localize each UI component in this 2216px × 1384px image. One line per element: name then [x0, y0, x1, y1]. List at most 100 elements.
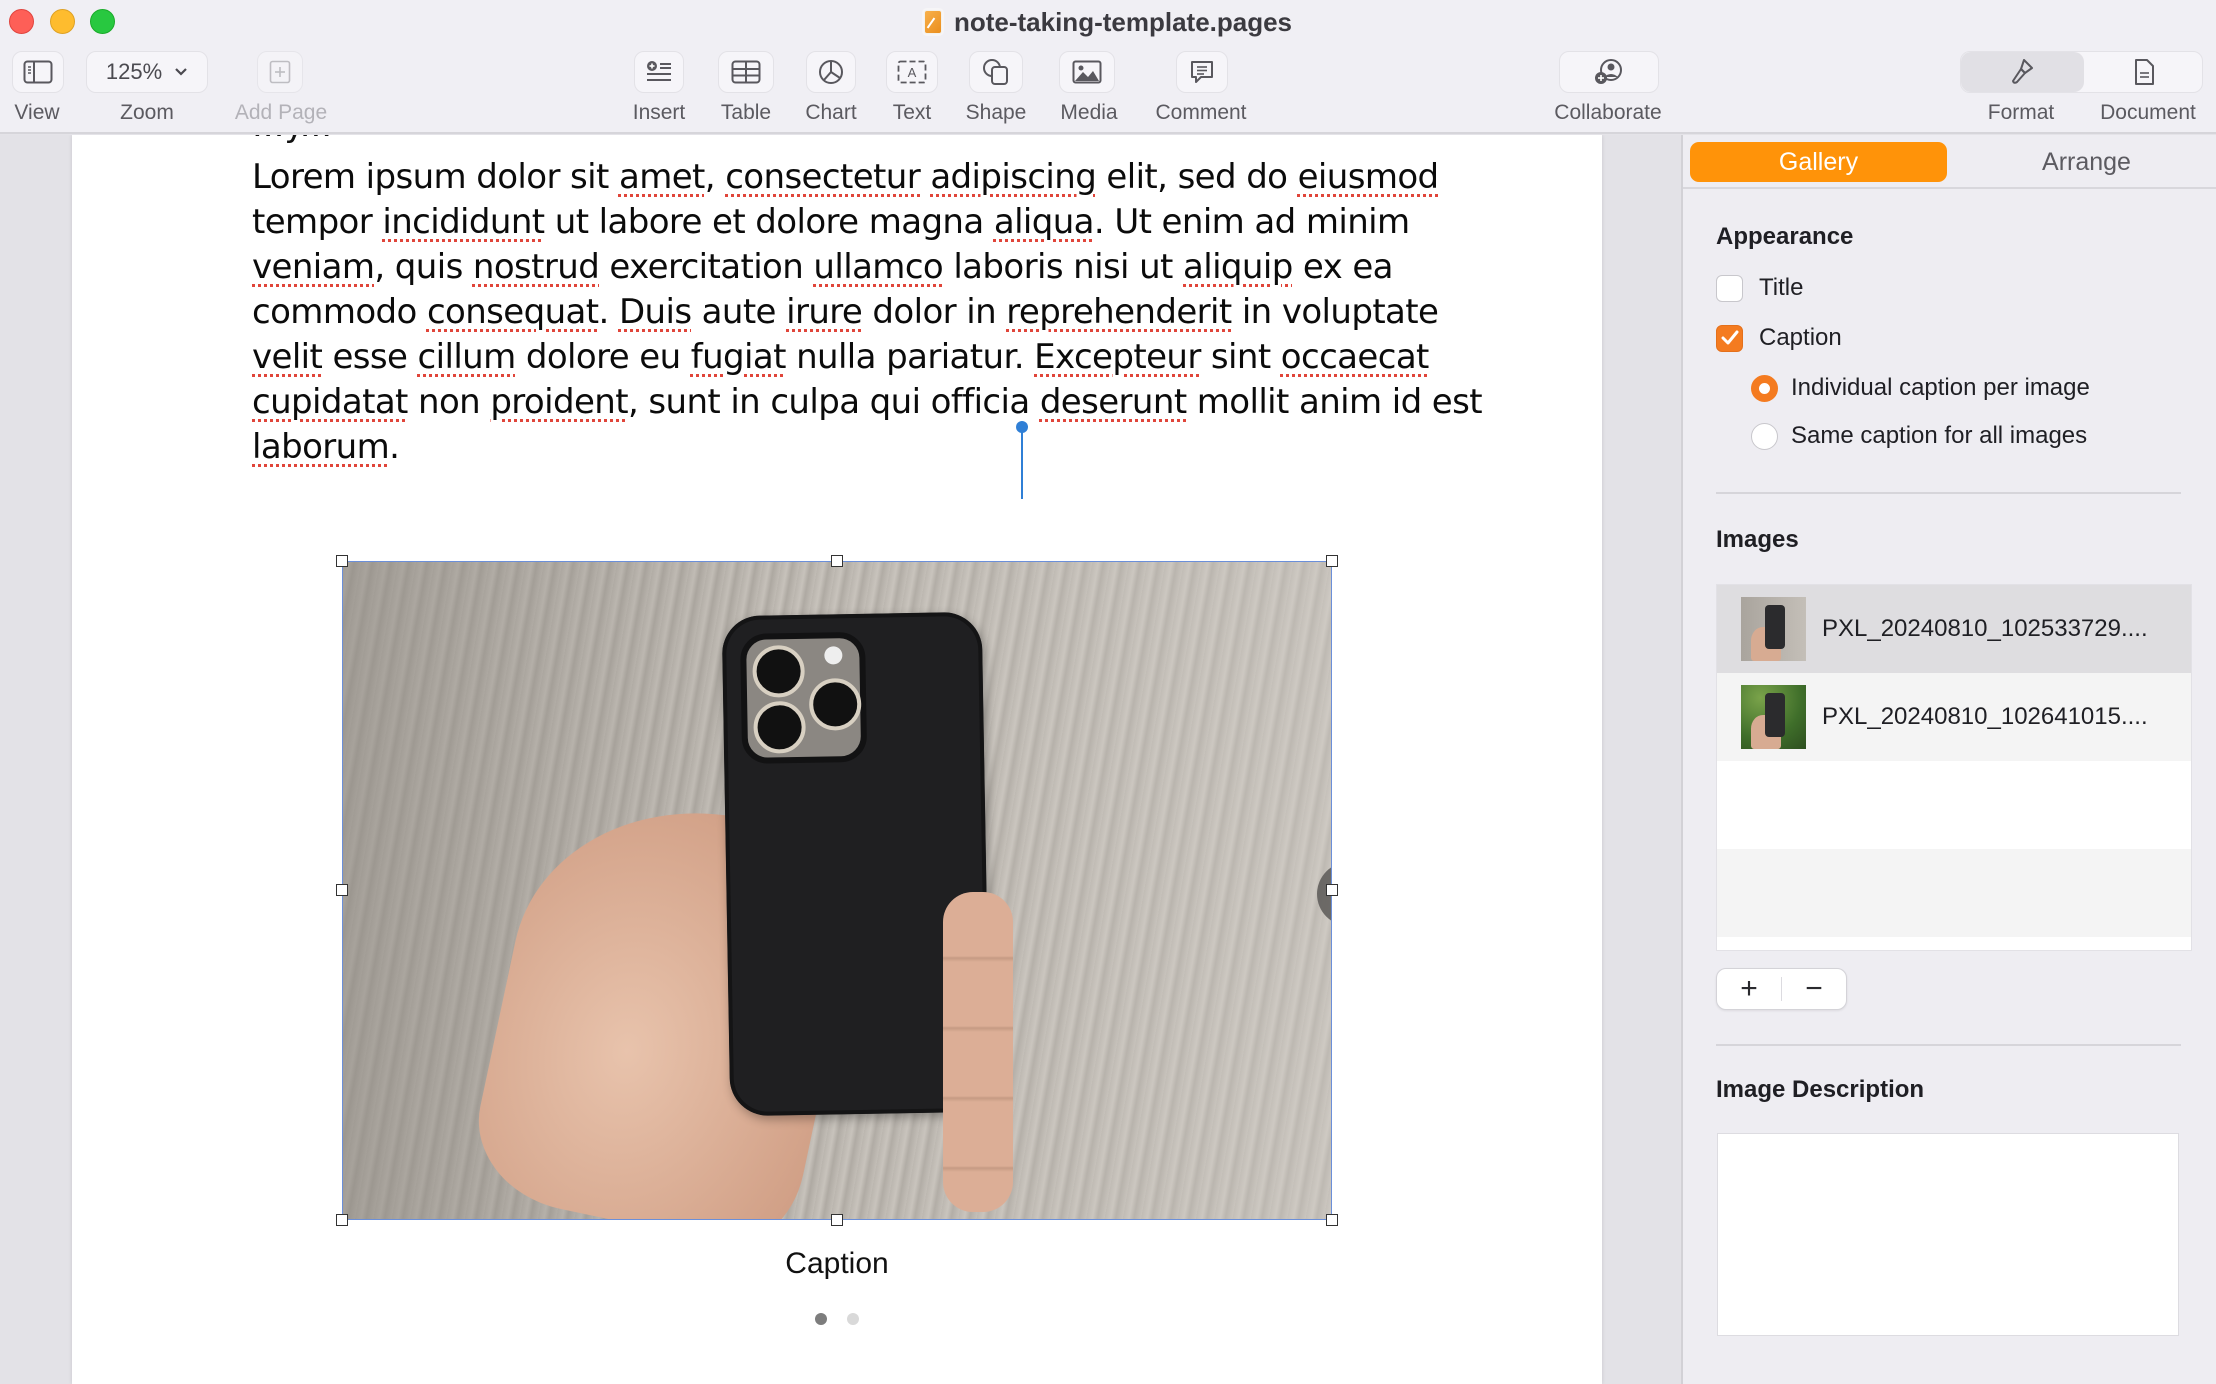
image-description-heading: Image Description	[1716, 1076, 1925, 1103]
text-button[interactable]: A	[886, 51, 938, 93]
pages-window: note-taking-template.pages View 125% Zoo…	[0, 0, 2216, 1384]
format-sidebar: Gallery Arrange Appearance Title Caption…	[1681, 135, 2216, 1384]
text-run: dolore eu	[515, 337, 691, 377]
text-run: , quis	[374, 247, 473, 287]
image-list-item[interactable]: PXL_20240810_102533729....	[1717, 585, 2191, 673]
misspelled-word: proident	[490, 382, 628, 422]
add-page-button[interactable]	[257, 51, 303, 93]
text-run: ut labore et dolore magna	[544, 202, 994, 242]
document-label: Document	[2100, 101, 2196, 124]
tab-arrange[interactable]: Arrange	[1958, 142, 2215, 182]
comment-icon	[1191, 61, 1213, 83]
text-run: ,	[704, 157, 726, 197]
resize-handle-top[interactable]	[831, 555, 843, 567]
body-paragraph[interactable]: Lorem ipsum dolor sit amet, consectetur …	[252, 155, 1483, 470]
title-checkbox-row[interactable]: Title	[1716, 274, 1803, 302]
zoom-label: Zoom	[120, 101, 174, 124]
resize-handle-bottom-right[interactable]	[1326, 1214, 1338, 1226]
title-checkbox[interactable]	[1716, 274, 1743, 302]
radio-individual-caption[interactable]	[1751, 374, 1778, 402]
chart-button[interactable]	[806, 51, 856, 93]
radio-individual-caption-label: Individual caption per image	[1791, 374, 2090, 401]
misspelled-word: irure	[786, 292, 863, 332]
resize-handle-top-left[interactable]	[336, 555, 348, 567]
image-list-item[interactable]: PXL_20240810_102641015....	[1717, 673, 2191, 761]
table-label: Table	[720, 101, 772, 124]
document-icon	[2135, 59, 2154, 85]
media-icon	[1072, 60, 1102, 84]
resize-handle-top-right[interactable]	[1326, 555, 1338, 567]
image-thumbnail	[1741, 685, 1806, 749]
misspelled-word: Duis	[618, 292, 692, 332]
text-run: non	[407, 382, 491, 422]
text-run: elit, sed do	[1096, 157, 1298, 197]
add-page-icon	[269, 60, 291, 84]
radio-same-caption[interactable]	[1751, 422, 1778, 450]
resize-handle-right[interactable]	[1326, 884, 1338, 896]
document-button[interactable]	[2084, 52, 2204, 92]
thumb-phone	[1765, 693, 1785, 737]
view-button[interactable]	[12, 51, 64, 93]
text-run: in voluptate	[1231, 292, 1439, 332]
text-run: esse	[322, 337, 418, 377]
images-list: PXL_20240810_102533729.... PXL_20240810_…	[1716, 584, 2192, 951]
media-button[interactable]	[1059, 51, 1115, 93]
misspelled-word: aliqua	[993, 202, 1095, 242]
radio-individual-caption-row[interactable]: Individual caption per image	[1751, 374, 2090, 402]
text-label: Text	[892, 101, 932, 124]
sidebar-icon	[23, 60, 53, 84]
svg-text:A: A	[908, 65, 917, 80]
add-image-button[interactable]: +	[1717, 968, 1781, 1010]
misspelled-word: velit	[252, 337, 323, 377]
text-cursor	[1016, 421, 1028, 499]
misspelled-word: adipiscing	[930, 157, 1097, 197]
camera-lens	[753, 700, 807, 754]
thumb-phone	[1765, 605, 1785, 649]
empty-list-row	[1717, 761, 2191, 849]
gallery-page-indicator	[342, 1313, 1332, 1325]
resize-handle-bottom[interactable]	[831, 1214, 843, 1226]
caption-checkbox[interactable]	[1716, 324, 1743, 352]
text-run: . Ut enim ad minim	[1093, 202, 1410, 242]
text-run: nulla pariatur.	[785, 337, 1035, 377]
table-button[interactable]	[718, 51, 774, 93]
zoom-dropdown[interactable]: 125%	[86, 51, 208, 93]
resize-handle-bottom-left[interactable]	[336, 1214, 348, 1226]
camera-bump	[739, 631, 868, 764]
collaborate-button[interactable]	[1559, 51, 1659, 93]
text-run: exercitation	[599, 247, 814, 287]
gallery-dot[interactable]	[847, 1313, 859, 1325]
gallery-caption[interactable]: Caption	[342, 1247, 1332, 1281]
shape-button[interactable]	[969, 51, 1023, 93]
radio-same-caption-row[interactable]: Same caption for all images	[1751, 422, 2087, 450]
text-run: dolor in	[862, 292, 1007, 332]
document-canvas: ...y... Lorem ipsum dolor sit amet, cons…	[0, 135, 1681, 1384]
text-run: tempor	[252, 202, 383, 242]
add-page-label: Add Page	[234, 101, 328, 124]
document-page: ...y... Lorem ipsum dolor sit amet, cons…	[72, 135, 1602, 1384]
remove-image-button[interactable]: −	[1782, 968, 1846, 1010]
image-filename: PXL_20240810_102641015....	[1822, 703, 2148, 730]
camera-lens	[752, 644, 806, 698]
image-gallery[interactable]	[342, 561, 1332, 1220]
format-button[interactable]	[1961, 52, 2084, 92]
text-run: .	[389, 427, 400, 467]
insert-button[interactable]	[634, 51, 684, 93]
tab-gallery[interactable]: Gallery	[1690, 142, 1947, 182]
misspelled-word: reprehenderit	[1006, 292, 1232, 332]
misspelled-word: amet	[618, 157, 705, 197]
resize-handle-left[interactable]	[336, 884, 348, 896]
comment-button[interactable]	[1176, 51, 1228, 93]
misspelled-word: veniam	[252, 247, 375, 287]
misspelled-word: consectetur	[725, 157, 921, 197]
image-description-field[interactable]	[1717, 1133, 2179, 1336]
chevron-down-icon	[175, 68, 187, 76]
gallery-dot[interactable]	[815, 1313, 827, 1325]
shape-icon	[983, 59, 1008, 85]
image-filename: PXL_20240810_102533729....	[1822, 615, 2148, 642]
insert-label: Insert	[632, 101, 686, 124]
collaborate-icon	[1595, 59, 1622, 84]
caption-checkbox-row[interactable]: Caption	[1716, 324, 1842, 352]
cutoff-text-line[interactable]: ...y...	[252, 135, 332, 145]
image-thumbnail	[1741, 597, 1806, 661]
